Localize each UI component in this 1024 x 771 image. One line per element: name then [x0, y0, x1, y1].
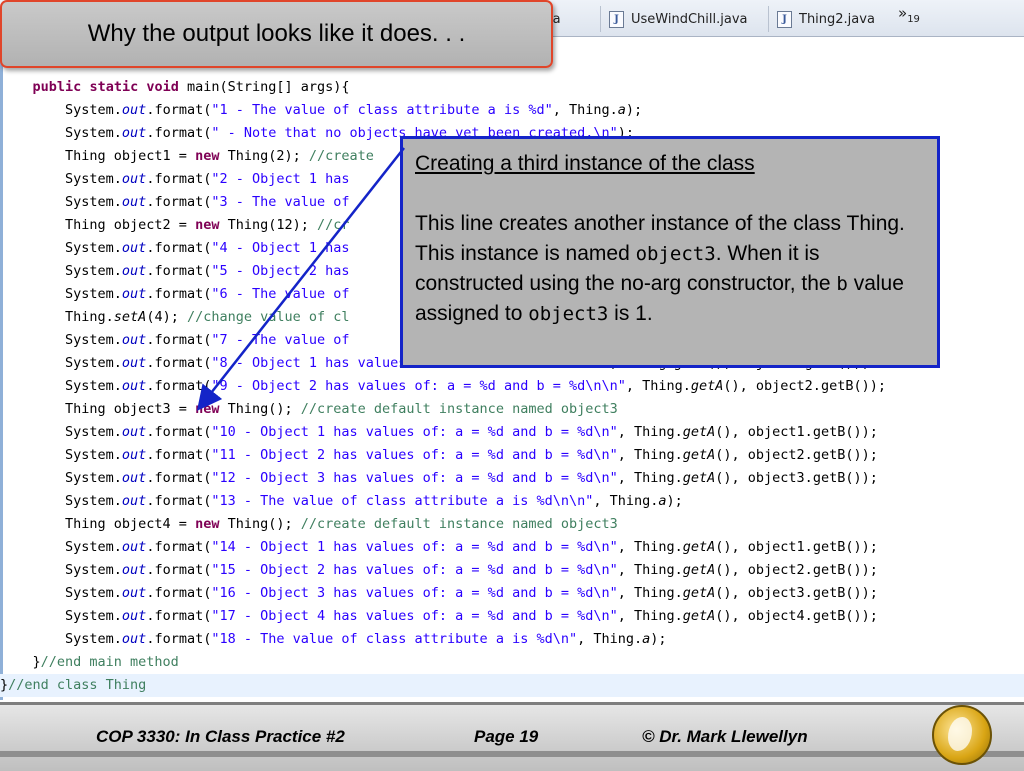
code-line[interactable]: System.out.format("14 - Object 1 has val… — [0, 536, 1024, 559]
code-b: b — [836, 273, 848, 295]
code-line[interactable]: Thing object4 = new Thing(); //create de… — [0, 513, 1024, 536]
tab-label: UseWindChill.java — [631, 11, 748, 27]
callout-heading: Creating a third instance of the class — [415, 152, 755, 175]
code-object3: object3 — [528, 303, 609, 325]
tab-thing2[interactable]: J Thing2.java — [768, 6, 875, 32]
code-line[interactable]: }//end class Thing — [0, 674, 1024, 697]
code-line[interactable]: public static void main(String[] args){ — [0, 76, 1024, 99]
code-object3: object3 — [635, 243, 716, 265]
tab-usewindchill[interactable]: J UseWindChill.java — [600, 6, 747, 32]
footer-course: COP 3330: In Class Practice #2 — [96, 727, 345, 746]
code-line[interactable]: System.out.format("11 - Object 2 has val… — [0, 444, 1024, 467]
slide-title-box: Why the output looks like it does. . . — [0, 0, 553, 68]
tab-label: Thing2.java — [799, 11, 875, 27]
footer-author: © Dr. Mark Llewellyn — [642, 727, 808, 746]
code-line[interactable]: System.out.format("18 - The value of cla… — [0, 628, 1024, 651]
code-line[interactable]: System.out.format("10 - Object 1 has val… — [0, 421, 1024, 444]
code-line[interactable]: System.out.format("17 - Object 4 has val… — [0, 605, 1024, 628]
code-line[interactable]: Thing object3 = new Thing(); //create de… — [0, 398, 1024, 421]
explanation-callout: Creating a third instance of the class T… — [400, 136, 940, 368]
code-line[interactable]: System.out.format("16 - Object 3 has val… — [0, 582, 1024, 605]
java-file-icon: J — [609, 10, 624, 28]
callout-body: This line creates another instance of th… — [415, 212, 905, 325]
code-line[interactable]: }//end main method — [0, 651, 1024, 674]
code-line[interactable]: System.out.format("12 - Object 3 has val… — [0, 467, 1024, 490]
slide-title: Why the output looks like it does. . . — [87, 20, 466, 47]
more-tabs-button[interactable]: »19 — [898, 4, 920, 25]
code-line[interactable]: System.out.format("15 - Object 2 has val… — [0, 559, 1024, 582]
ucf-pegasus-logo — [932, 705, 992, 765]
code-line[interactable]: System.out.format("13 - The value of cla… — [0, 490, 1024, 513]
code-line[interactable]: System.out.format("9 - Object 2 has valu… — [0, 375, 1024, 398]
code-line[interactable]: System.out.format("1 - The value of clas… — [0, 99, 1024, 122]
footer-page: Page 19 — [474, 727, 539, 746]
footer-stripe — [0, 751, 1024, 757]
java-file-icon: J — [777, 10, 792, 28]
slide-footer: COP 3330: In Class Practice #2 Page 19 ©… — [0, 702, 1024, 771]
